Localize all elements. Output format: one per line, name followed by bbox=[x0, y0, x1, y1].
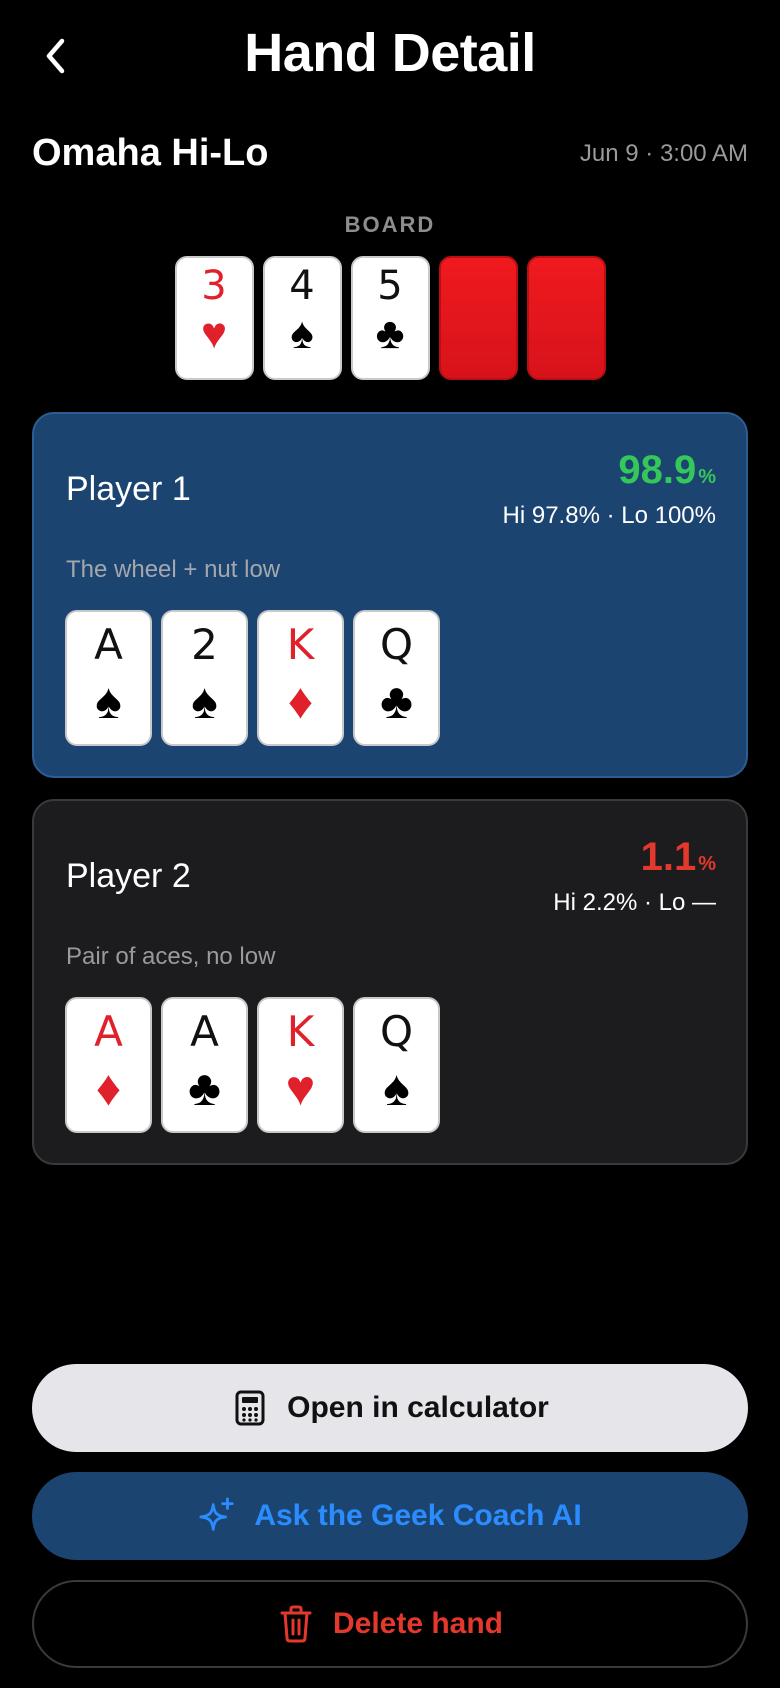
header: Hand Detail bbox=[0, 0, 780, 120]
playing-card: K ♥ bbox=[257, 997, 344, 1133]
playing-card: 2 ♠ bbox=[161, 610, 248, 746]
card-rank: 4 bbox=[289, 263, 315, 309]
equity-percentage: 1.1% bbox=[641, 835, 716, 880]
hand-detail-screen: Hand Detail Omaha Hi-Lo Jun 9 · 3:00 AM … bbox=[0, 0, 780, 1688]
hole-cards: A ♦ A ♣ K ♥ Q ♠ bbox=[65, 997, 440, 1133]
open-calculator-button[interactable]: Open in calculator bbox=[32, 1364, 748, 1452]
hi-lo-breakdown: Hi 2.2% · Lo — bbox=[553, 889, 716, 916]
ask-coach-label: Ask the Geek Coach AI bbox=[254, 1499, 582, 1532]
playing-card: 3 ♥ bbox=[174, 256, 254, 380]
page-title: Hand Detail bbox=[244, 23, 536, 83]
game-type: Omaha Hi-Lo bbox=[32, 132, 269, 174]
calculator-icon bbox=[231, 1389, 269, 1427]
game-info-row: Omaha Hi-Lo Jun 9 · 3:00 AM bbox=[32, 128, 748, 180]
playing-card: K ♦ bbox=[257, 610, 344, 746]
card-suit-icon: ♥ bbox=[285, 1060, 316, 1116]
ask-coach-button[interactable]: Ask the Geek Coach AI bbox=[32, 1472, 748, 1560]
player-panel-2[interactable]: Player 2 1.1% Hi 2.2% · Lo — Pair of ace… bbox=[32, 799, 748, 1165]
playing-card: 5 ♣ bbox=[350, 256, 430, 380]
equity-unit: % bbox=[698, 853, 716, 875]
playing-card: Q ♠ bbox=[353, 997, 440, 1133]
card-rank: A bbox=[94, 1007, 123, 1056]
playing-card: 4 ♠ bbox=[262, 256, 342, 380]
card-rank: 5 bbox=[377, 263, 403, 309]
card-rank: Q bbox=[379, 620, 414, 669]
card-suit-icon: ♠ bbox=[95, 673, 122, 729]
delete-hand-button[interactable]: Delete hand bbox=[32, 1580, 748, 1668]
card-suit-icon: ♦ bbox=[287, 673, 314, 729]
hand-description: The wheel + nut low bbox=[66, 556, 281, 583]
card-back bbox=[438, 256, 518, 380]
playing-card: A ♠ bbox=[65, 610, 152, 746]
card-rank: 3 bbox=[201, 263, 227, 309]
card-rank: A bbox=[94, 620, 123, 669]
card-rank: Q bbox=[379, 1007, 414, 1056]
card-back bbox=[526, 256, 606, 380]
open-calculator-label: Open in calculator bbox=[287, 1391, 549, 1424]
card-suit-icon: ♣ bbox=[375, 309, 405, 358]
card-suit-icon: ♣ bbox=[188, 1060, 221, 1116]
player-name: Player 1 bbox=[66, 470, 191, 508]
playing-card: A ♣ bbox=[161, 997, 248, 1133]
card-rank: K bbox=[286, 1007, 315, 1056]
hi-lo-breakdown: Hi 97.8% · Lo 100% bbox=[502, 502, 716, 529]
trash-icon bbox=[277, 1605, 315, 1643]
card-rank: K bbox=[286, 620, 315, 669]
equity-unit: % bbox=[698, 466, 716, 488]
equity-value: 1.1 bbox=[640, 835, 697, 879]
card-suit-icon: ♠ bbox=[383, 1060, 410, 1116]
equity-value: 98.9 bbox=[618, 448, 697, 492]
player-panel-1[interactable]: Player 1 98.9% Hi 97.8% · Lo 100% The wh… bbox=[32, 412, 748, 778]
equity-percentage: 98.9% bbox=[618, 448, 716, 493]
playing-card: Q ♣ bbox=[353, 610, 440, 746]
delete-hand-label: Delete hand bbox=[332, 1607, 504, 1640]
card-rank: A bbox=[190, 1007, 219, 1056]
playing-card: A ♦ bbox=[65, 997, 152, 1133]
card-suit-icon: ♥ bbox=[200, 309, 228, 358]
card-suit-icon: ♣ bbox=[380, 673, 413, 729]
card-suit-icon: ♦ bbox=[95, 1060, 122, 1116]
player-name: Player 2 bbox=[66, 857, 191, 895]
hand-description: Pair of aces, no low bbox=[66, 943, 276, 970]
sparkles-icon bbox=[198, 1497, 236, 1535]
board-cards: 3 ♥ 4 ♠ 5 ♣ bbox=[0, 256, 780, 380]
hole-cards: A ♠ 2 ♠ K ♦ Q ♣ bbox=[65, 610, 440, 746]
board-label: BOARD bbox=[344, 212, 436, 237]
hand-timestamp: Jun 9 · 3:00 AM bbox=[579, 140, 748, 167]
card-rank: 2 bbox=[191, 620, 218, 669]
card-suit-icon: ♠ bbox=[290, 309, 314, 358]
card-suit-icon: ♠ bbox=[191, 673, 218, 729]
